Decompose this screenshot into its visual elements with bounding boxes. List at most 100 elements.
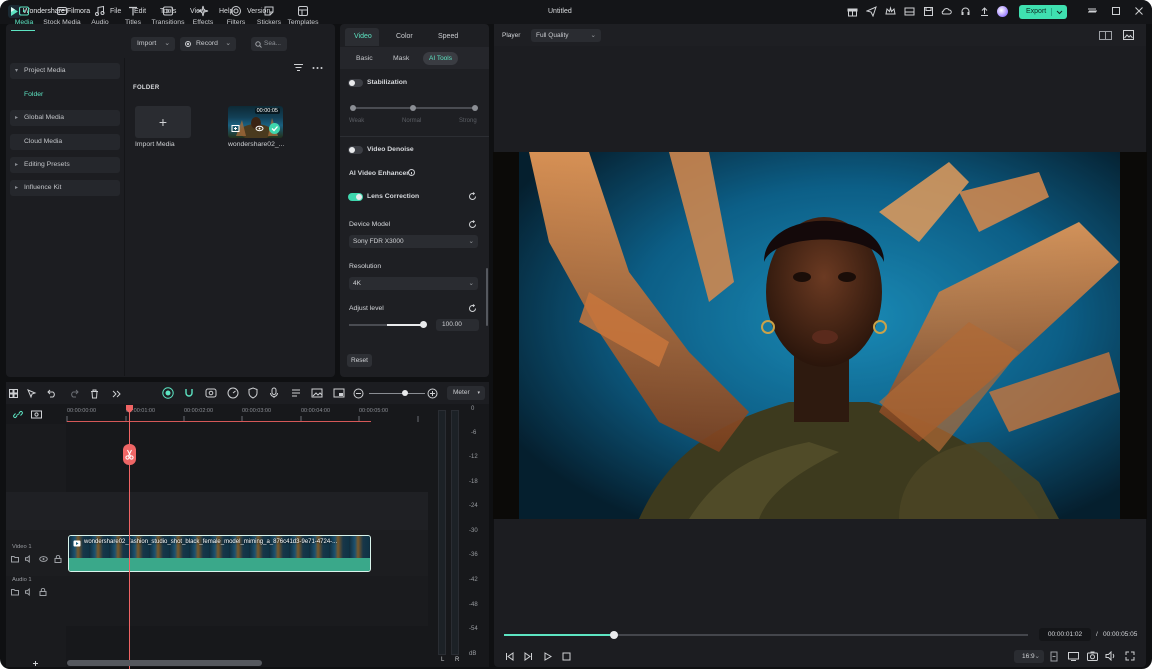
resolution-select[interactable]: 4K ⌄ [349,277,478,290]
adjust-level-slider[interactable] [349,321,427,328]
undo-icon[interactable] [47,389,57,398]
lock-icon[interactable] [39,588,47,596]
subtab-ai-tools[interactable]: AI Tools [423,52,458,65]
visibility-eye-icon[interactable] [39,555,48,563]
search-input[interactable]: Sea... [251,37,287,51]
tab-transitions[interactable]: Transitions [149,3,187,33]
import-dropdown[interactable]: Import ⌄ [131,37,175,51]
tab-stock-media[interactable]: Stock Media [43,3,81,33]
video-preview[interactable] [493,152,1147,519]
zoom-out-icon[interactable] [353,388,364,399]
chevron-down-icon[interactable] [1056,5,1063,19]
meter-dropdown[interactable]: Meter ▾ [447,386,485,400]
record-dropdown[interactable]: Record ⌄ [180,37,236,51]
pip-overlay-icon[interactable] [333,387,345,399]
export-button[interactable]: Export [1019,5,1067,19]
current-timecode[interactable]: 00:00:01:02 [1039,628,1091,641]
playhead-split-handle[interactable] [123,444,136,465]
stabilization-toggle[interactable] [348,79,363,87]
auto-highlight-icon[interactable] [205,387,217,399]
filter-sort-icon[interactable] [293,63,304,72]
delete-trash-icon[interactable] [90,389,99,399]
mosaic-image-icon[interactable] [311,387,323,399]
zoom-slider-knob[interactable] [402,390,408,396]
timeline-video-clip[interactable]: wondershare02_fashion_studio_shot_black_… [68,535,371,572]
stop-icon[interactable] [562,652,571,661]
display-icon[interactable] [1068,652,1079,661]
minimize-icon[interactable] [1087,5,1099,17]
preview-eye-icon[interactable] [255,124,264,133]
select-arrow-icon[interactable] [27,389,37,399]
lock-icon[interactable] [54,555,62,563]
reset-icon[interactable] [468,192,477,201]
more-chevrons-icon[interactable] [112,390,121,398]
properties-scrollbar[interactable] [486,268,488,326]
microphone-icon[interactable] [268,387,280,399]
fullscreen-icon[interactable] [1125,651,1135,661]
redo-icon[interactable] [69,389,79,398]
zoom-in-icon[interactable] [427,388,438,399]
reset-button[interactable]: Reset [347,354,372,367]
save-icon[interactable] [923,6,934,17]
tab-media[interactable]: Media [5,3,43,33]
add-plus-icon[interactable] [32,660,39,667]
video-denoise-toggle[interactable] [348,146,363,154]
volume-icon[interactable] [1105,651,1116,661]
reset-icon[interactable] [468,220,477,229]
mute-speaker-icon[interactable] [25,555,33,563]
device-model-select[interactable]: Sony FDR X3000 ⌄ [349,235,478,248]
reset-icon[interactable] [468,304,477,313]
sidebar-item-global-media[interactable]: ▸ Global Media [10,110,120,126]
add-to-timeline-icon[interactable] [231,124,240,133]
add-track-icon[interactable] [31,410,42,419]
tab-video[interactable]: Video [354,33,372,40]
sidebar-item-folder[interactable]: Folder [24,91,43,98]
subtab-basic[interactable]: Basic [356,55,373,62]
speed-ramp-icon[interactable] [227,387,239,399]
headset-icon[interactable] [960,6,971,17]
send-icon[interactable] [866,6,877,17]
upload-icon[interactable] [979,6,990,17]
zoom-slider[interactable] [369,393,425,394]
camera-icon[interactable] [1087,651,1098,661]
gift-icon[interactable] [847,6,858,17]
sidebar-item-cloud-media[interactable]: Cloud Media [10,134,120,150]
next-frame-icon[interactable] [524,652,533,661]
compare-view-icon[interactable] [1099,31,1112,40]
voiceover-list-icon[interactable] [290,387,302,399]
marker-icon[interactable] [1050,651,1058,662]
adjust-level-input[interactable]: 100.00 [436,319,479,331]
snap-magnet-icon[interactable] [183,387,195,399]
tab-titles[interactable]: Titles [114,3,152,33]
mute-speaker-icon[interactable] [25,588,33,596]
tab-stickers[interactable]: Stickers [250,3,288,33]
sidebar-item-influence-kit[interactable]: ▸ Influence Kit [10,180,120,196]
more-options-icon[interactable] [312,66,323,70]
playback-scrubber-handle[interactable] [610,631,619,639]
layout-icon[interactable] [904,6,915,17]
layout-grid-icon[interactable] [9,389,18,398]
tab-templates[interactable]: Templates [284,3,322,33]
slider-knob[interactable] [420,321,427,328]
lens-correction-toggle[interactable] [348,193,363,201]
cloud-upload-icon[interactable] [941,6,952,17]
import-media-tile[interactable]: + [135,106,191,138]
media-clip-thumbnail[interactable]: 00:00:05 [228,106,283,138]
playback-progress-bar[interactable] [504,631,1028,639]
subtab-mask[interactable]: Mask [393,55,409,62]
timeline-horizontal-scrollbar[interactable] [67,660,262,666]
stabilization-level-slider[interactable] [350,105,478,111]
shield-icon[interactable] [247,387,259,399]
folder-icon[interactable] [11,588,19,596]
sidebar-item-editing-presets[interactable]: ▸ Editing Presets [10,157,120,173]
user-avatar[interactable] [997,6,1008,17]
tab-speed[interactable]: Speed [438,33,458,40]
quality-select[interactable]: Full Quality ⌄ [531,29,601,42]
close-icon[interactable] [1133,5,1145,17]
crown-icon[interactable] [885,6,896,17]
previous-frame-icon[interactable] [505,652,514,661]
work-area-range[interactable] [67,421,371,422]
aspect-ratio-select[interactable]: 16:9 ⌄ [1014,650,1044,663]
link-icon[interactable] [13,410,23,419]
snapshot-image-icon[interactable] [1123,30,1134,40]
